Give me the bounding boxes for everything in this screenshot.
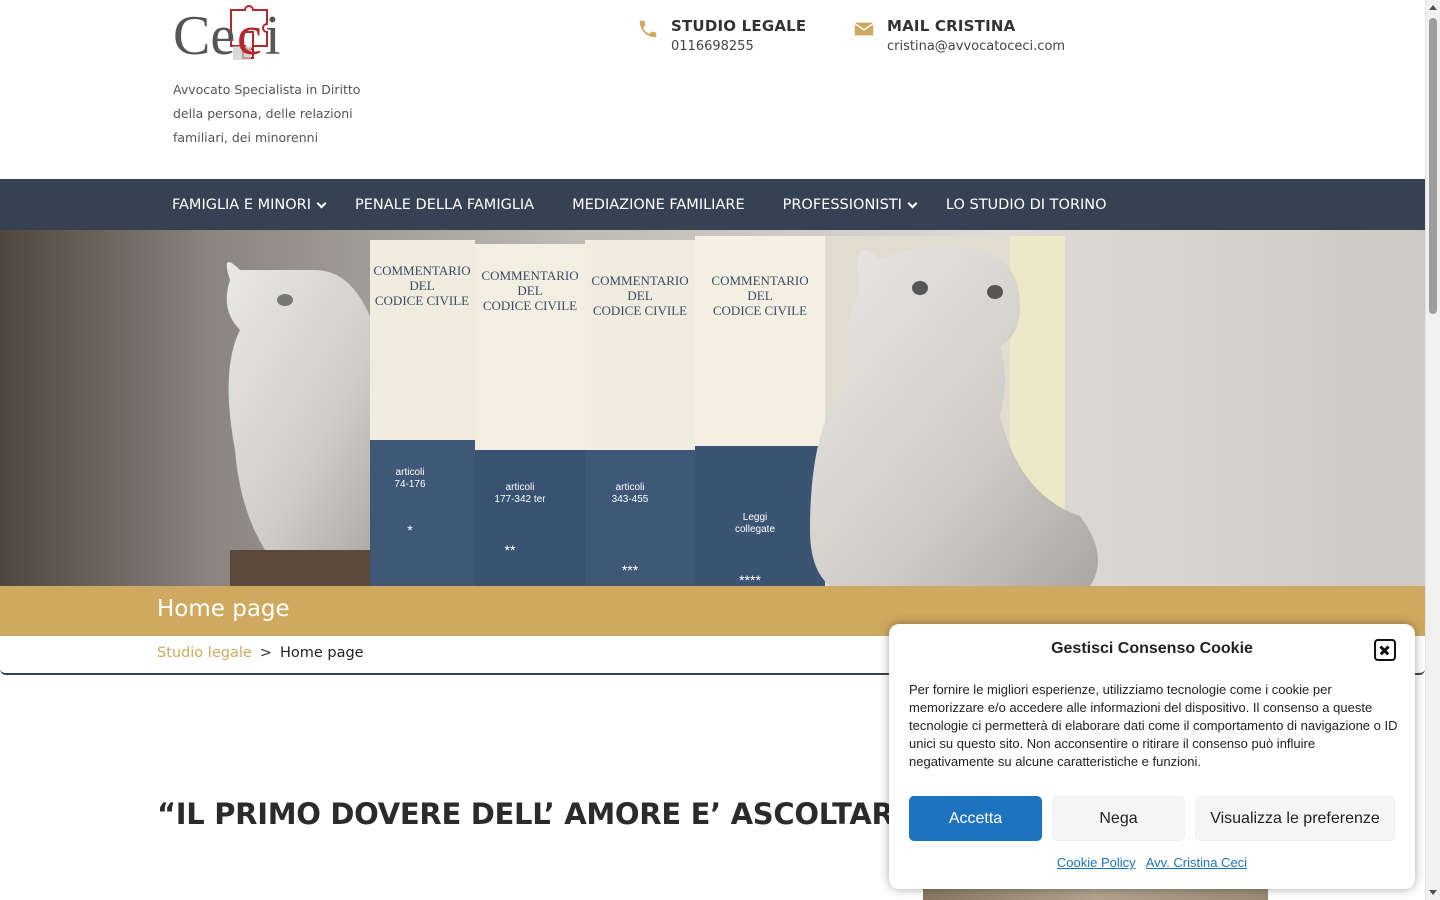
page: Ce c i Avvocato Specialista in Diritto d… bbox=[0, 0, 1425, 900]
svg-text:COMMENTARIO: COMMENTARIO bbox=[711, 273, 808, 288]
cookie-dialog-title: Gestisci Consenso Cookie bbox=[1051, 640, 1253, 657]
main-quote-heading: “IL PRIMO DOVERE DELL’ AMORE E’ ASCOLTAR… bbox=[157, 797, 932, 831]
content-image bbox=[923, 888, 1268, 900]
cookie-links: Cookie Policy Avv. Cristina Ceci bbox=[889, 855, 1415, 870]
svg-text:**: ** bbox=[505, 542, 516, 558]
site-header: Ce c i Avvocato Specialista in Diritto d… bbox=[0, 0, 1425, 179]
svg-text:articoli: articoli bbox=[506, 482, 535, 493]
contact-phone-title: STUDIO LEGALE bbox=[671, 17, 807, 35]
nav-item-professionisti[interactable]: PROFESSIONISTI bbox=[782, 196, 918, 213]
main-nav: FAMIGLIA E MINORI PENALE DELLA FAMIGLIA … bbox=[0, 179, 1425, 230]
svg-text:177-342 ter: 177-342 ter bbox=[494, 494, 546, 505]
contact-mail-title: MAIL CRISTINA bbox=[887, 17, 1016, 35]
view-preferences-button[interactable]: Visualizza le preferenze bbox=[1195, 796, 1395, 841]
svg-text:COMMENTARIO: COMMENTARIO bbox=[373, 263, 470, 278]
svg-text:articoli: articoli bbox=[396, 467, 425, 478]
page-title: Home page bbox=[157, 596, 290, 622]
svg-text:DEL: DEL bbox=[627, 288, 652, 303]
page-scrollbar[interactable] bbox=[1425, 0, 1440, 900]
svg-text:74-176: 74-176 bbox=[394, 479, 426, 490]
svg-text:343-455: 343-455 bbox=[612, 494, 649, 505]
svg-text:CODICE CIVILE: CODICE CIVILE bbox=[713, 303, 807, 318]
svg-text:DEL: DEL bbox=[747, 288, 772, 303]
breadcrumb-current: Home page bbox=[279, 645, 364, 661]
nav-item-label: MEDIAZIONE FAMILIARE bbox=[572, 196, 745, 213]
site-tagline: Avvocato Specialista in Diritto della pe… bbox=[173, 82, 361, 145]
svg-text:****: **** bbox=[739, 572, 761, 586]
owner-link[interactable]: Avv. Cristina Ceci bbox=[1146, 855, 1247, 870]
svg-text:DEL: DEL bbox=[517, 283, 542, 298]
hero-image: COMMENTARIO DEL CODICE CIVILE COMMENTARIO D… bbox=[0, 230, 1425, 586]
svg-text:c: c bbox=[237, 5, 262, 66]
svg-text:Leggi: Leggi bbox=[743, 512, 767, 523]
contact-mail[interactable]: MAIL CRISTINA cristina@avvocatoceci.com bbox=[853, 16, 1065, 58]
mail-icon bbox=[853, 18, 875, 40]
nav-item-label: PENALE DELLA FAMIGLIA bbox=[355, 196, 535, 213]
nav-item-mediazione-familiare[interactable]: MEDIAZIONE FAMILIARE bbox=[572, 197, 745, 213]
site-logo[interactable]: Ce c i bbox=[173, 2, 285, 66]
svg-text:i: i bbox=[265, 5, 281, 66]
nav-item-lo-studio-di-torino[interactable]: LO STUDIO DI TORINO bbox=[946, 197, 1107, 213]
svg-text:***: *** bbox=[622, 562, 639, 578]
svg-text:CODICE CIVILE: CODICE CIVILE bbox=[375, 293, 469, 308]
svg-text:collegate: collegate bbox=[735, 524, 775, 535]
scroll-up-icon[interactable] bbox=[1429, 5, 1437, 10]
close-icon[interactable] bbox=[1374, 639, 1396, 661]
nav-item-label: LO STUDIO DI TORINO bbox=[945, 196, 1107, 213]
svg-text:COMMENTARIO: COMMENTARIO bbox=[481, 268, 578, 283]
contact-phone-value[interactable]: 0116698255 bbox=[671, 36, 806, 58]
svg-text:CODICE CIVILE: CODICE CIVILE bbox=[483, 298, 577, 313]
chevron-down-icon bbox=[316, 198, 327, 209]
nav-item-label: PROFESSIONISTI bbox=[782, 196, 902, 213]
accept-button[interactable]: Accetta bbox=[909, 796, 1042, 841]
breadcrumb-separator: > bbox=[259, 645, 272, 661]
breadcrumb-home-link[interactable]: Studio legale bbox=[157, 645, 252, 661]
chevron-down-icon bbox=[907, 198, 918, 209]
contact-mail-value[interactable]: cristina@avvocatoceci.com bbox=[887, 36, 1065, 58]
nav-item-label: FAMIGLIA E MINORI bbox=[172, 196, 312, 213]
scrollbar-thumb[interactable] bbox=[1429, 18, 1437, 314]
svg-text:DEL: DEL bbox=[409, 278, 434, 293]
cookie-dialog-text: Per fornire le migliori esperienze, util… bbox=[909, 682, 1398, 769]
svg-text:CODICE CIVILE: CODICE CIVILE bbox=[593, 303, 687, 318]
cookie-consent-dialog: Gestisci Consenso Cookie Per fornire le … bbox=[889, 624, 1415, 889]
nav-item-penale-della-famiglia[interactable]: PENALE DELLA FAMIGLIA bbox=[355, 197, 534, 213]
svg-text:COMMENTARIO: COMMENTARIO bbox=[591, 273, 688, 288]
phone-icon bbox=[637, 18, 659, 40]
svg-text:articoli: articoli bbox=[616, 482, 645, 493]
svg-text:*: * bbox=[407, 522, 413, 538]
scroll-down-icon[interactable] bbox=[1429, 890, 1437, 895]
cookie-policy-link[interactable]: Cookie Policy bbox=[1057, 855, 1136, 870]
contact-phone[interactable]: STUDIO LEGALE 0116698255 bbox=[637, 16, 806, 58]
nav-item-famiglia-e-minori[interactable]: FAMIGLIA E MINORI bbox=[172, 196, 327, 213]
svg-text:Ce: Ce bbox=[173, 5, 235, 66]
deny-button[interactable]: Nega bbox=[1052, 796, 1185, 841]
